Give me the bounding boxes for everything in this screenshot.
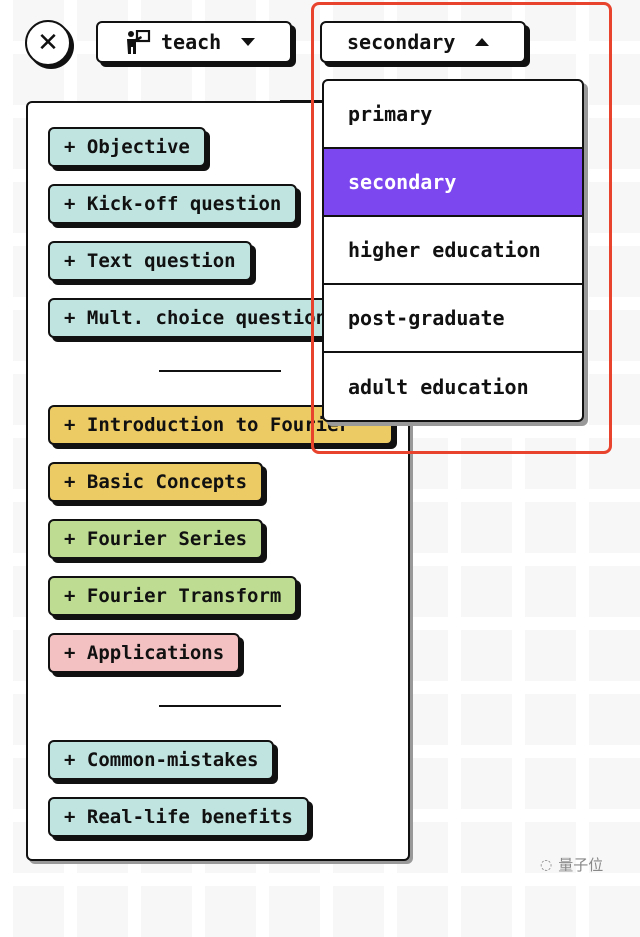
grid-cell bbox=[141, 886, 192, 937]
grid-cell bbox=[589, 182, 640, 233]
mode-dropdown-button[interactable]: teach bbox=[96, 21, 292, 63]
grid-cell bbox=[589, 374, 640, 425]
grid-cell bbox=[589, 54, 640, 105]
teacher-icon bbox=[127, 30, 151, 54]
grid-cell bbox=[589, 758, 640, 809]
grid-cell bbox=[525, 566, 576, 617]
mode-label: teach bbox=[161, 30, 222, 54]
grid-cell bbox=[589, 246, 640, 297]
add-objective-button[interactable]: + Objective bbox=[48, 127, 206, 167]
grid-cell bbox=[589, 0, 640, 41]
connector-line bbox=[280, 100, 324, 101]
section-divider bbox=[159, 370, 281, 372]
grid-cell bbox=[589, 502, 640, 553]
grid-cell bbox=[589, 310, 640, 361]
grid-cell bbox=[461, 822, 512, 873]
add-applications-button[interactable]: + Applications bbox=[48, 633, 241, 673]
grid-cell bbox=[589, 566, 640, 617]
add-common-mistakes-button[interactable]: + Common-mistakes bbox=[48, 740, 275, 780]
level-label: secondary bbox=[347, 30, 456, 54]
grid-cell bbox=[525, 758, 576, 809]
level-option-adult-education[interactable]: adult education bbox=[324, 353, 582, 420]
caret-down-icon bbox=[241, 38, 256, 46]
grid-cell bbox=[525, 630, 576, 681]
grid-cell bbox=[525, 694, 576, 745]
grid-cell bbox=[13, 886, 64, 937]
grid-cell bbox=[461, 886, 512, 937]
level-option-post-graduate[interactable]: post-graduate bbox=[324, 285, 582, 353]
add-basic-concepts-button[interactable]: + Basic Concepts bbox=[48, 462, 264, 502]
grid-cell bbox=[269, 886, 320, 937]
grid-cell bbox=[589, 886, 640, 937]
grid-cell bbox=[589, 118, 640, 169]
add-fourier-series-button[interactable]: + Fourier Series bbox=[48, 519, 264, 559]
grid-cell bbox=[461, 694, 512, 745]
level-option-higher-education[interactable]: higher education bbox=[324, 217, 582, 285]
grid-cell bbox=[525, 502, 576, 553]
level-dropdown-menu: primary secondary higher education post-… bbox=[322, 79, 584, 422]
grid-cell bbox=[525, 438, 576, 489]
level-option-primary[interactable]: primary bbox=[324, 81, 582, 149]
grid-cell bbox=[205, 886, 256, 937]
grid-cell bbox=[461, 566, 512, 617]
wechat-icon: ◌ bbox=[540, 856, 553, 873]
watermark-label: 量子位 bbox=[558, 856, 604, 874]
level-dropdown-button[interactable]: secondary bbox=[320, 21, 526, 63]
grid-cell bbox=[461, 438, 512, 489]
add-text-question-button[interactable]: + Text question bbox=[48, 241, 252, 281]
add-kickoff-question-button[interactable]: + Kick-off question bbox=[48, 184, 298, 224]
close-icon: ✕ bbox=[37, 28, 59, 58]
grid-cell bbox=[525, 0, 576, 41]
grid-cell bbox=[589, 438, 640, 489]
section-divider bbox=[159, 705, 281, 707]
grid-cell bbox=[589, 630, 640, 681]
grid-cell bbox=[397, 886, 448, 937]
add-real-life-benefits-button[interactable]: + Real-life benefits bbox=[48, 797, 309, 837]
level-option-secondary[interactable]: secondary bbox=[324, 149, 582, 217]
caret-up-icon bbox=[475, 38, 490, 46]
grid-cell bbox=[461, 502, 512, 553]
close-button[interactable]: ✕ bbox=[25, 20, 71, 66]
grid-cell bbox=[333, 886, 384, 937]
grid-cell bbox=[525, 886, 576, 937]
grid-cell bbox=[589, 694, 640, 745]
add-mult-choice-question-button[interactable]: + Mult. choice question bbox=[48, 298, 348, 338]
grid-cell bbox=[461, 630, 512, 681]
grid-cell bbox=[77, 886, 128, 937]
grid-cell bbox=[461, 758, 512, 809]
watermark: ◌ 量子位 bbox=[540, 854, 603, 875]
add-fourier-transform-button[interactable]: + Fourier Transform bbox=[48, 576, 298, 616]
